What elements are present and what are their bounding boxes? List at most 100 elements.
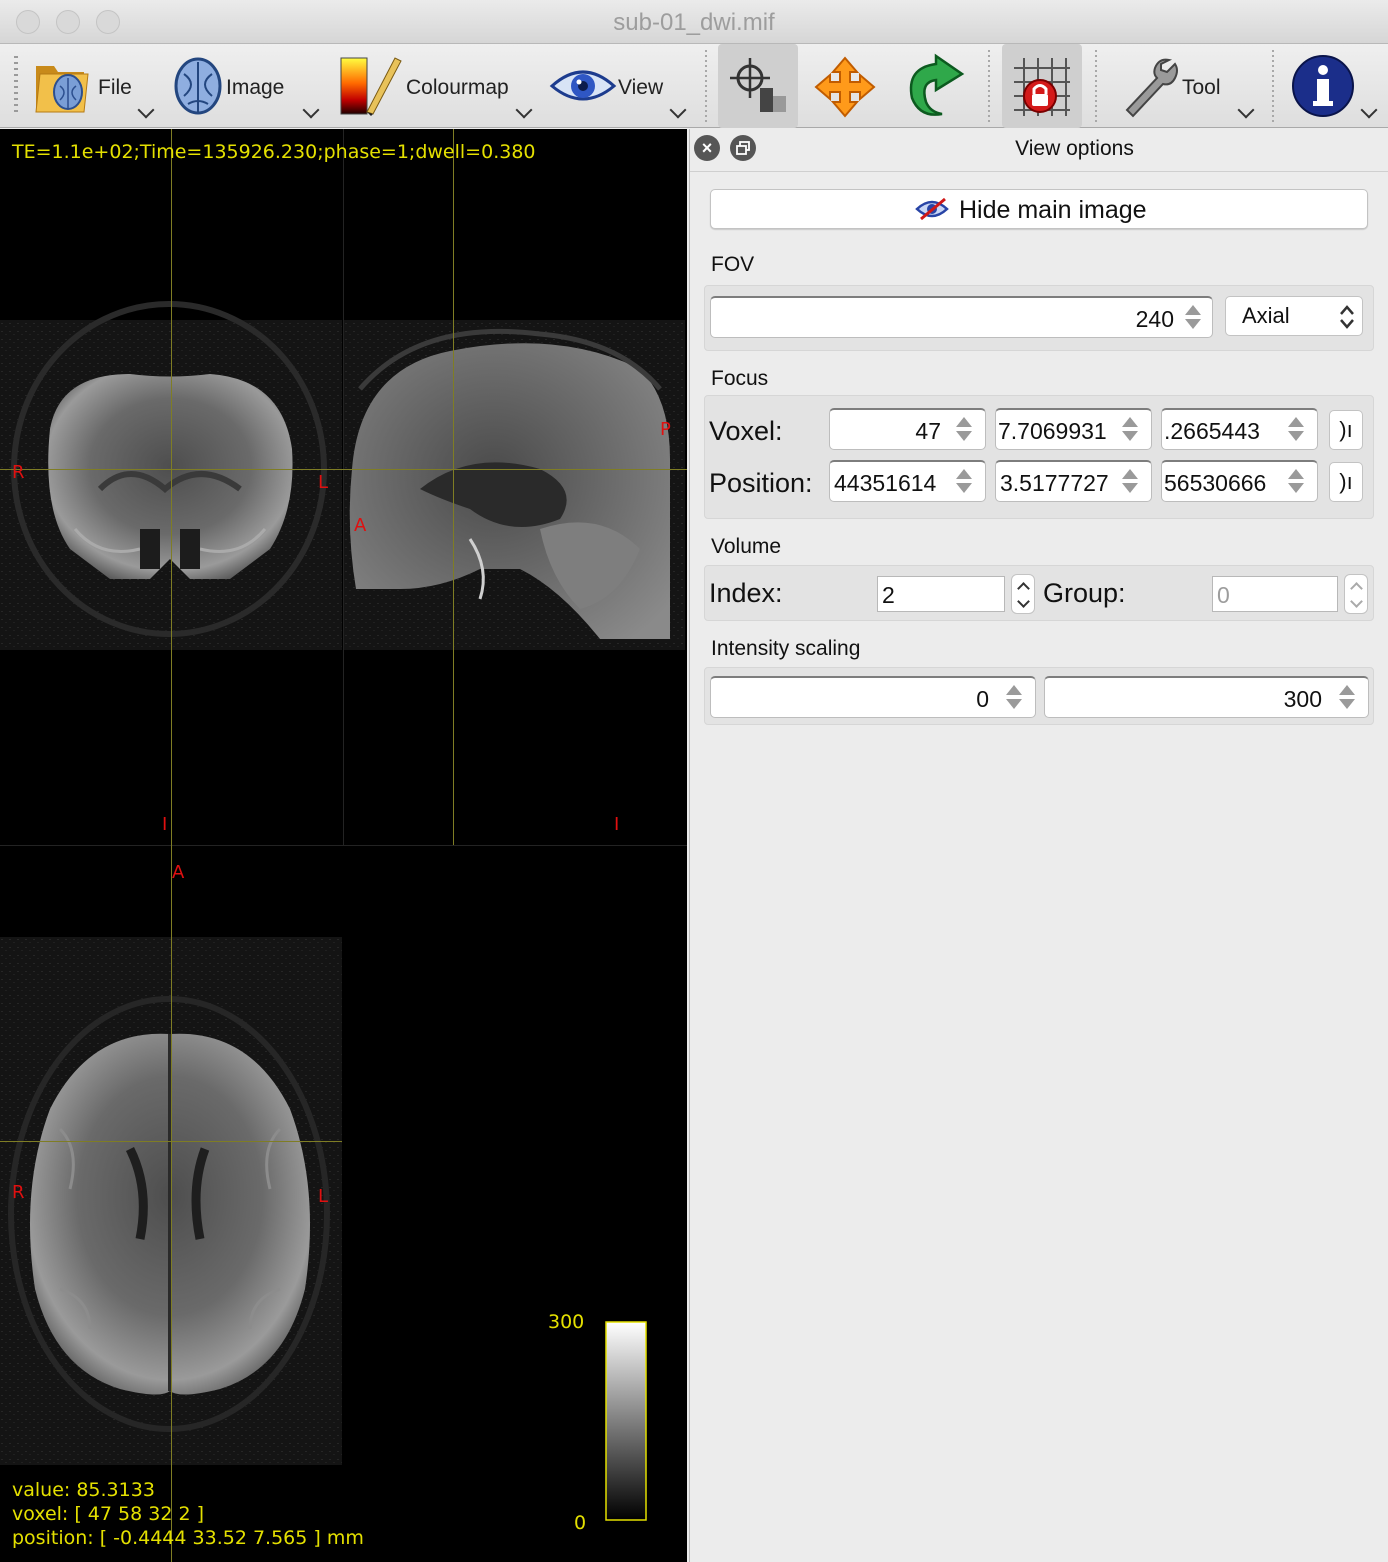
hidden-eye-icon <box>915 197 949 221</box>
intensity-group-label: Intensity scaling <box>711 637 861 660</box>
position-row-label: Position: <box>709 468 813 498</box>
move-mode-button[interactable] <box>806 44 886 128</box>
tool-menu-label: Tool <box>1182 76 1221 99</box>
voxel-x-value: 47 <box>915 418 941 444</box>
position-copy-button[interactable]: )ı <box>1329 462 1363 502</box>
intensity-max-spinbox[interactable]: 300 <box>1044 676 1369 718</box>
intensity-min-value: 0 <box>976 686 989 712</box>
focus-mode-button[interactable] <box>718 44 798 128</box>
focus-group: Voxel: 47 7.7069931 .2665443 )ı Position… <box>704 395 1374 519</box>
toolbar-grip[interactable] <box>14 56 18 116</box>
rotate-mode-button[interactable] <box>894 44 974 128</box>
orientation-label-left: L <box>318 472 329 493</box>
position-x-spinbox[interactable]: 44351614 <box>829 460 986 502</box>
panel-title: View options <box>1015 137 1134 160</box>
spin-arrows-icon[interactable] <box>1005 685 1023 711</box>
chevron-down-icon <box>1360 101 1378 119</box>
window-title: sub-01_dwi.mif <box>613 9 775 36</box>
spin-arrows-icon[interactable] <box>1287 417 1305 443</box>
view-menu-label: View <box>618 76 664 99</box>
voxel-row-label: Voxel: <box>709 416 783 446</box>
spin-arrows-icon[interactable] <box>1287 469 1305 495</box>
folder-icon <box>35 66 89 113</box>
colorbar-max-label: 300 <box>548 1311 585 1333</box>
volume-group-label: Volume <box>711 535 782 558</box>
position-x-value: 44351614 <box>834 470 937 496</box>
plane-select[interactable]: Axial <box>1225 296 1363 336</box>
spin-arrows-icon[interactable] <box>1121 469 1139 495</box>
status-position: position: [ -0.4444 33.52 7.565 ] mm <box>12 1527 364 1549</box>
tool-menu-button[interactable]: Tool <box>1115 44 1265 128</box>
focus-group-label: Focus <box>711 367 769 390</box>
orientation-label-inferior: I <box>614 814 620 835</box>
colourmap-menu-button[interactable]: Colourmap <box>335 44 535 128</box>
volume-group-stepper[interactable] <box>1344 574 1368 614</box>
orientation-label-right: R <box>12 462 25 483</box>
view-menu-button[interactable]: View <box>548 44 690 128</box>
file-menu-button[interactable]: File <box>30 44 160 128</box>
toolbar-separator <box>988 50 990 122</box>
index-label: Index: <box>709 578 783 608</box>
spin-arrows-icon[interactable] <box>1338 685 1356 711</box>
image-viewer[interactable]: TE=1.1e+02;Time=135926.230;phase=1;dwell… <box>0 129 687 1562</box>
position-z-spinbox[interactable]: 56530666 <box>1161 460 1318 502</box>
voxel-y-value: 7.7069931 <box>998 418 1107 444</box>
updown-chevron-icon <box>1340 305 1354 329</box>
crosshair-vertical <box>453 129 454 845</box>
lock-grid-button[interactable] <box>1002 44 1082 128</box>
volume-index-stepper[interactable] <box>1011 574 1035 614</box>
view-divider <box>0 845 687 846</box>
intensity-min-spinbox[interactable]: 0 <box>710 676 1036 718</box>
crosshair-vertical <box>171 845 172 1562</box>
main-toolbar: File Image Colourmap View Tool <box>0 44 1388 128</box>
about-info-button[interactable] <box>1285 44 1385 128</box>
colorbar-min-label: 0 <box>574 1512 587 1534</box>
volume-index-field[interactable]: 2 <box>877 576 1005 612</box>
volume-group-field[interactable]: 0 <box>1212 576 1338 612</box>
position-y-value: 3.5177727 <box>1000 470 1109 496</box>
crosshair-vertical <box>171 129 172 845</box>
orientation-label-anterior: A <box>172 862 185 883</box>
volume-group-value: 0 <box>1217 582 1230 608</box>
orientation-label-anterior: A <box>354 515 367 536</box>
brain-icon <box>174 57 222 115</box>
colorbar <box>605 1321 647 1521</box>
intensity-group: 0 300 <box>704 667 1374 725</box>
voxel-copy-button[interactable]: )ı <box>1329 410 1363 450</box>
voxel-y-spinbox[interactable]: 7.7069931 <box>995 408 1152 450</box>
wrench-icon <box>1125 58 1178 118</box>
crosshair-icon <box>730 58 786 112</box>
spin-arrows-icon[interactable] <box>955 469 973 495</box>
voxel-z-value: .2665443 <box>1164 418 1260 444</box>
voxel-z-spinbox[interactable]: .2665443 <box>1161 408 1318 450</box>
fov-group: 240 Axial <box>704 285 1374 351</box>
colourmap-icon <box>340 57 402 116</box>
hide-main-image-label: Hide main image <box>959 196 1147 224</box>
toolbar-separator <box>1272 50 1274 122</box>
orientation-label-posterior: P <box>660 419 671 440</box>
position-y-spinbox[interactable]: 3.5177727 <box>995 460 1152 502</box>
toolbar-separator <box>705 50 707 122</box>
panel-divider <box>690 171 1388 172</box>
spin-arrows-icon[interactable] <box>1184 305 1202 331</box>
image-header-info: TE=1.1e+02;Time=135926.230;phase=1;dwell… <box>12 141 536 163</box>
spin-arrows-icon[interactable] <box>955 417 973 443</box>
colourmap-menu-label: Colourmap <box>406 76 509 99</box>
image-menu-button[interactable]: Image <box>170 44 325 128</box>
voxel-x-spinbox[interactable]: 47 <box>829 408 986 450</box>
intensity-max-value: 300 <box>1283 686 1322 712</box>
position-z-value: 56530666 <box>1164 470 1267 496</box>
fov-value: 240 <box>1135 306 1174 332</box>
rotate-arrow-icon <box>909 53 965 116</box>
orientation-label-inferior: I <box>162 814 168 835</box>
lock-grid-icon <box>1014 58 1070 116</box>
fov-spinbox[interactable]: 240 <box>710 296 1213 338</box>
volume-index-value: 2 <box>882 582 895 608</box>
chevron-down-icon <box>1237 101 1255 119</box>
chevron-down-icon <box>302 101 320 119</box>
chevron-down-icon <box>669 101 687 119</box>
spin-arrows-icon[interactable] <box>1121 417 1139 443</box>
info-icon <box>1292 55 1354 117</box>
crosshair-horizontal <box>0 1141 342 1142</box>
hide-main-image-button[interactable]: Hide main image <box>710 189 1368 229</box>
